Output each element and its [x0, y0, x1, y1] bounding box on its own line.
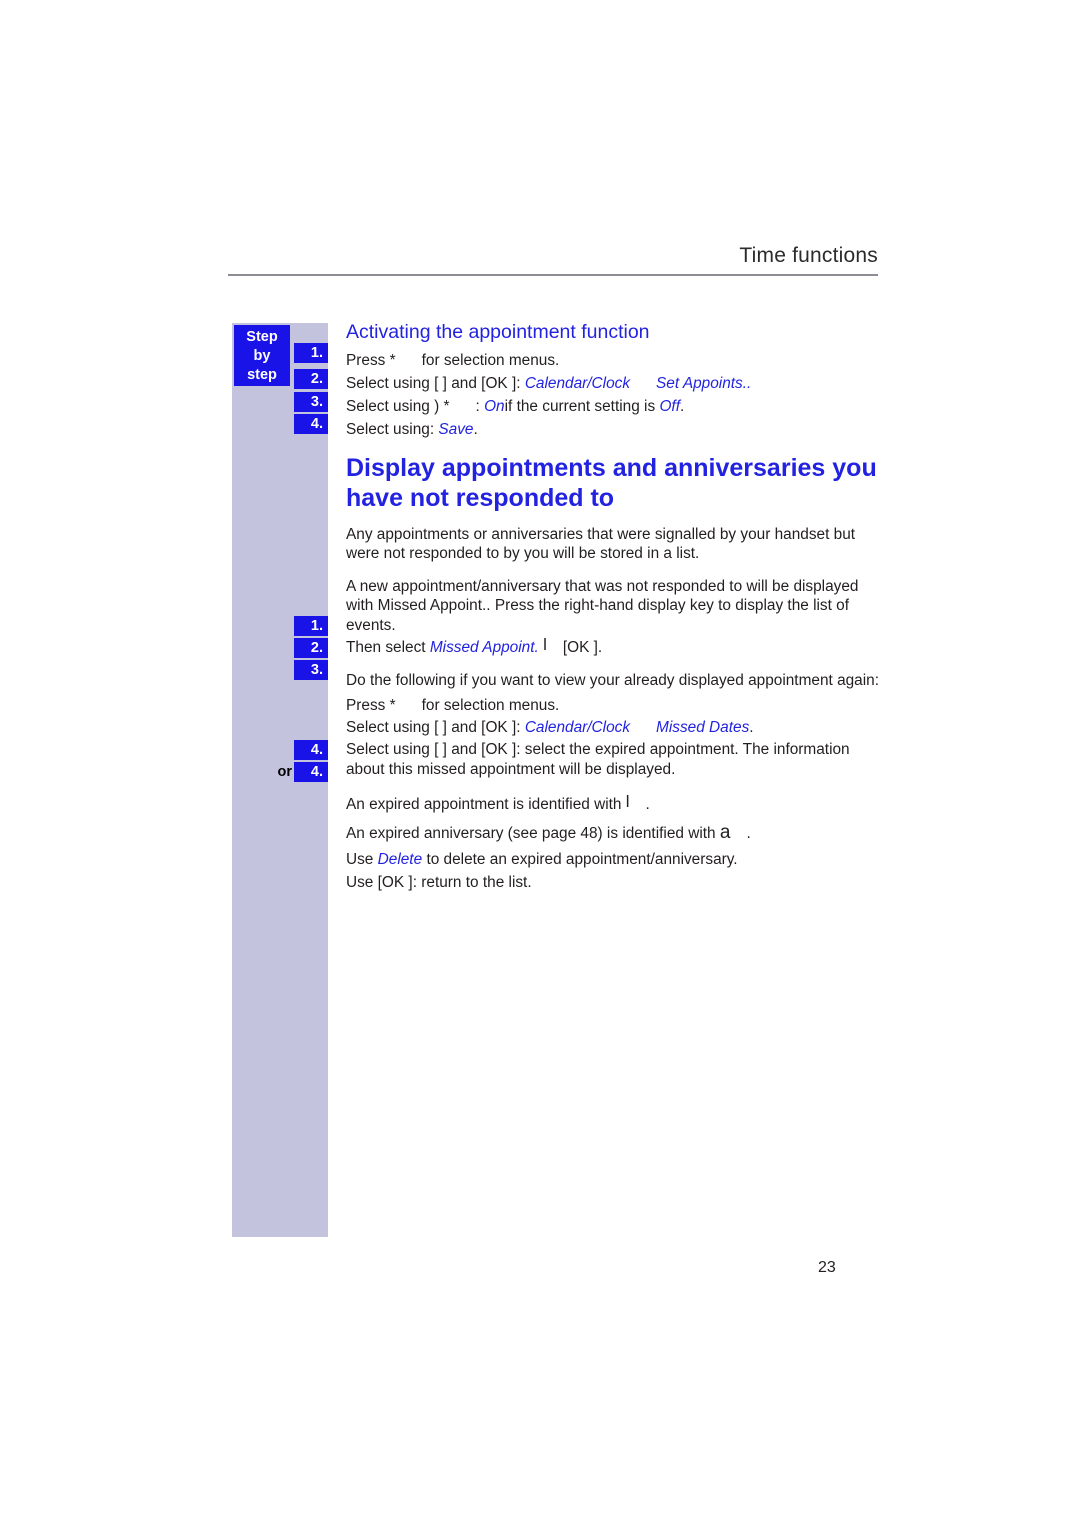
step-row-7: Select using [ ] and [OK ]: select the e…	[346, 740, 880, 779]
page-number: 23	[818, 1259, 836, 1276]
anniversary-icon-glyph: a	[719, 821, 731, 843]
expired-appointment-suffix: .	[645, 796, 650, 813]
setting-value-on: On	[484, 398, 505, 415]
appointment-icon-glyph: l	[625, 792, 630, 811]
step-badge: 2.	[294, 638, 328, 658]
running-header: Time functions	[228, 243, 878, 269]
step-badge: 3.	[294, 660, 328, 680]
paragraph-new-appointment: A new appointment/anniversary that was n…	[346, 577, 859, 634]
step-period: .	[473, 421, 478, 438]
paragraph-then-select: Then select Missed Appoint. l [OK ].	[346, 635, 880, 658]
step-row-1: Press * for selection menus.	[346, 351, 880, 371]
step-text: Select using ) *	[346, 398, 450, 415]
step-row-9: Use [OK ]: return to the list.	[346, 873, 880, 893]
step-text-cont: for selection menus.	[421, 352, 560, 369]
step-text-cont: for selection menus.	[421, 697, 560, 714]
step-badge: 1.	[294, 616, 328, 636]
section-subheading: Activating the appointment function	[346, 321, 650, 343]
menu-item-missed-appoint: Missed Appoint.	[429, 639, 539, 656]
step-text: Select using [ ] and [OK ]:	[346, 719, 521, 736]
paragraph-expired-appointment: An expired appointment is identified wit…	[346, 792, 880, 815]
paragraph-intro: Any appointments or anniversaries that w…	[346, 525, 856, 563]
step-period: .	[679, 398, 685, 415]
step-row-5: Press * for selection menus.	[346, 696, 880, 716]
step-row-2: Select using [ ] and [OK ]: Calendar/Clo…	[346, 374, 880, 394]
page-title: Display appointments and anniversaries y…	[346, 453, 877, 512]
step-text-cont: if the current setting is	[504, 398, 656, 415]
step-text: Select using:	[346, 421, 435, 438]
expired-appointment-prefix: An expired appointment is identified wit…	[346, 796, 622, 813]
step-row-6: Select using [ ] and [OK ]: Calendar/Clo…	[346, 718, 880, 738]
menu-path-item: Missed Dates	[656, 719, 750, 736]
step-badge: 1.	[294, 343, 328, 363]
step-text-cont: to delete an expired appointment/anniver…	[426, 851, 738, 868]
setting-value-off: Off	[659, 398, 680, 415]
softkey-delete: Delete	[377, 851, 423, 868]
step-colon: :	[475, 398, 480, 415]
expired-anniversary-suffix: .	[746, 824, 751, 842]
step-text: Use [OK ]: return to the list.	[346, 873, 532, 891]
step-by-step-label: Step by step	[234, 325, 290, 386]
header-divider	[228, 274, 878, 276]
step-text: Select using [ ] and [OK ]:	[346, 375, 521, 392]
step-by-step-line-3: step	[247, 367, 277, 383]
display-key-glyph: l	[543, 635, 547, 654]
step-badge: 3.	[294, 392, 328, 412]
step-badge: 4.	[294, 740, 328, 760]
step-period: .	[749, 719, 754, 736]
menu-path-item: Calendar/Clock	[524, 375, 631, 392]
step-badge: 4.	[294, 414, 328, 434]
step-by-step-line-2: by	[253, 348, 271, 364]
step-text: Press *	[346, 352, 396, 369]
paragraph-expired-anniversary: An expired anniversary (see page 48) is …	[346, 821, 880, 844]
expired-anniversary-prefix: An expired anniversary (see page 48) is …	[346, 824, 716, 842]
step-row-4: Select using: Save.	[346, 420, 880, 440]
content-column: Activating the appointment function Pres…	[346, 320, 880, 892]
step-badge: 2.	[294, 369, 328, 389]
then-select-suffix: [OK ].	[562, 639, 603, 656]
then-select-prefix: Then select	[346, 639, 426, 656]
step-text: Press *	[346, 697, 396, 714]
step-row-8: Use Delete to delete an expired appointm…	[346, 850, 880, 870]
document-page: Time functions Step by step 1. 2. 3. 4. …	[0, 0, 1080, 1528]
header-title: Time functions	[739, 244, 878, 267]
step-by-step-line-1: Step	[246, 329, 278, 345]
step-text: Select using [ ] and [OK ]: select the e…	[346, 741, 850, 778]
menu-path-item: Calendar/Clock	[524, 719, 631, 736]
softkey-save: Save	[438, 421, 474, 438]
menu-path-item: Set Appoints..	[656, 375, 752, 392]
or-label: or	[277, 764, 293, 780]
step-badge: 4.	[294, 762, 328, 782]
paragraph-do-following: Do the following if you want to view you…	[346, 671, 879, 689]
step-row-3: Select using ) *: Onif the current setti…	[346, 397, 880, 417]
step-text: Use	[346, 851, 374, 868]
